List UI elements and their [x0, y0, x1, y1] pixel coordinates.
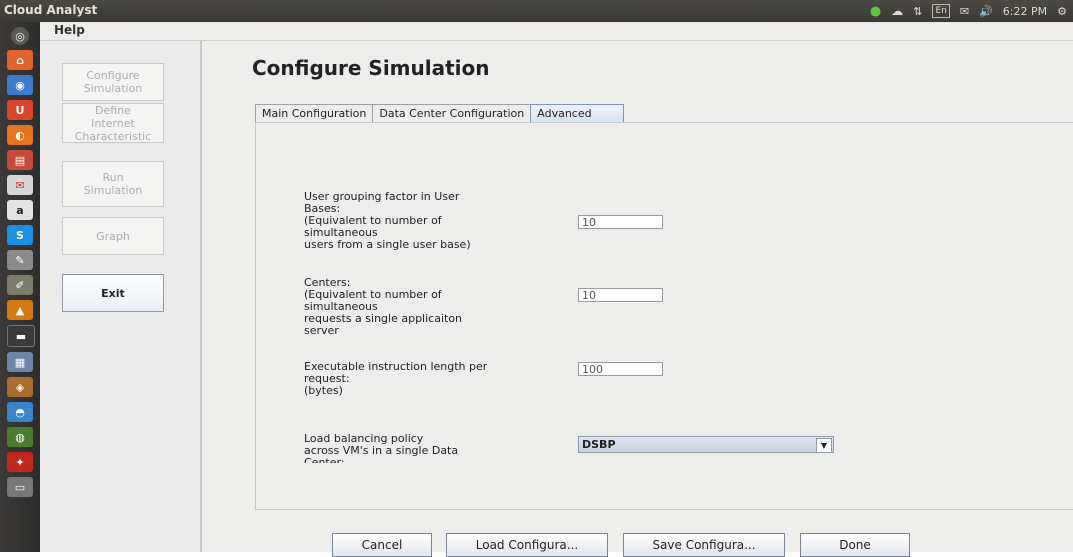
top-panel: Cloud Analyst ● ☁ ⇅ En ✉ 🔊 6:22 PM ⚙ — [0, 0, 1073, 22]
settings-icon[interactable]: ✎ — [7, 250, 33, 270]
main-content: Configure Simulation Main Configuration … — [202, 41, 1073, 557]
app-title: Cloud Analyst — [4, 3, 98, 17]
chevron-down-icon[interactable]: ▼ — [816, 438, 832, 453]
browser-icon[interactable]: ◓ — [7, 402, 33, 422]
tab-data-center-configuration[interactable]: Data Center Configuration — [372, 104, 532, 123]
vlc-icon[interactable]: ▲ — [7, 300, 33, 320]
skype-icon[interactable]: S — [7, 225, 33, 245]
gear-icon[interactable]: ⚙ — [1057, 5, 1067, 18]
tab-strip: Main Configuration Data Center Configura… — [255, 104, 625, 123]
amazon-icon[interactable]: a — [7, 200, 33, 220]
define-internet-characteristics-label: Define Internet Characteristic — [74, 103, 152, 143]
keyboard-layout-indicator[interactable]: En — [932, 4, 950, 18]
chromium-icon[interactable]: ◉ — [7, 75, 33, 95]
launcher: ◎ ⌂ ◉ U ◐ ▤ ✉ a S ✎ ✐ ▲ ▬ ▦ ◈ ◓ ◍ ✦ ▭ — [0, 22, 40, 552]
system-tray: ● ☁ ⇅ En ✉ 🔊 6:22 PM ⚙ — [870, 2, 1067, 20]
request-grouping-label: Centers: (Equivalent to number of simult… — [304, 277, 463, 337]
tab-main-configuration[interactable]: Main Configuration — [255, 104, 374, 123]
configure-simulation-button[interactable]: Configure Simulation — [62, 63, 164, 101]
load-balancing-select[interactable]: DSBP ▼ — [578, 436, 834, 453]
monitor-icon[interactable]: ▭ — [7, 477, 33, 497]
run-simulation-button[interactable]: Run Simulation — [62, 161, 164, 207]
files-icon[interactable]: ▤ — [7, 150, 33, 170]
mail-client-icon[interactable]: ✉ — [7, 175, 33, 195]
run-simulation-label: Run Simulation — [83, 171, 143, 197]
executable-length-label: Executable instruction length per reques… — [304, 361, 488, 397]
network-icon[interactable]: ⇅ — [913, 5, 922, 18]
menu-bar: Help — [40, 22, 1073, 41]
text-editor-icon[interactable]: ▦ — [7, 352, 33, 372]
mail-icon[interactable]: ✉ — [960, 5, 969, 18]
archive-icon[interactable]: ◈ — [7, 377, 33, 397]
configure-simulation-label: Configure Simulation — [83, 69, 143, 95]
cloud-icon[interactable]: ☁ — [891, 4, 903, 18]
load-balancing-label: Load balancing policy across VM's in a s… — [304, 433, 459, 463]
home-folder-icon[interactable]: ⌂ — [7, 50, 33, 70]
cancel-button[interactable]: Cancel — [332, 533, 432, 557]
firefox-icon[interactable]: ◐ — [7, 125, 33, 145]
exit-label: Exit — [101, 286, 125, 300]
user-grouping-input[interactable]: 10 — [578, 215, 663, 229]
eclipse-icon[interactable]: ◍ — [7, 427, 33, 447]
tab-advanced[interactable]: Advanced — [530, 104, 625, 123]
dash-icon[interactable]: ◎ — [11, 27, 29, 45]
exit-button[interactable]: Exit — [62, 274, 164, 312]
load-configuration-button[interactable]: Load Configura... — [446, 533, 608, 557]
user-grouping-label: User grouping factor in User Bases: (Equ… — [304, 191, 471, 251]
page-title: Configure Simulation — [252, 56, 490, 80]
clock[interactable]: 6:22 PM — [1003, 5, 1047, 18]
volume-icon[interactable]: 🔊 — [979, 5, 993, 18]
menu-help[interactable]: Help — [54, 23, 85, 37]
side-navigation: Configure Simulation Define Internet Cha… — [40, 41, 202, 552]
load-balancing-value: DSBP — [582, 438, 616, 451]
define-internet-characteristics-button[interactable]: Define Internet Characteristic — [62, 103, 164, 143]
editor-icon[interactable]: ✐ — [7, 275, 33, 295]
terminal-icon[interactable]: ▬ — [7, 325, 35, 347]
graph-label: Graph — [96, 229, 130, 243]
ubuntu-software-icon[interactable]: U — [7, 100, 33, 120]
advanced-panel: User grouping factor in User Bases: (Equ… — [255, 122, 1073, 510]
pdf-icon[interactable]: ✦ — [7, 452, 33, 472]
done-button[interactable]: Done — [800, 533, 910, 557]
update-shield-icon[interactable]: ● — [870, 4, 881, 19]
graph-button[interactable]: Graph — [62, 217, 164, 255]
executable-length-input[interactable]: 100 — [578, 362, 663, 376]
save-configuration-button[interactable]: Save Configura... — [623, 533, 785, 557]
request-grouping-input[interactable]: 10 — [578, 288, 663, 302]
